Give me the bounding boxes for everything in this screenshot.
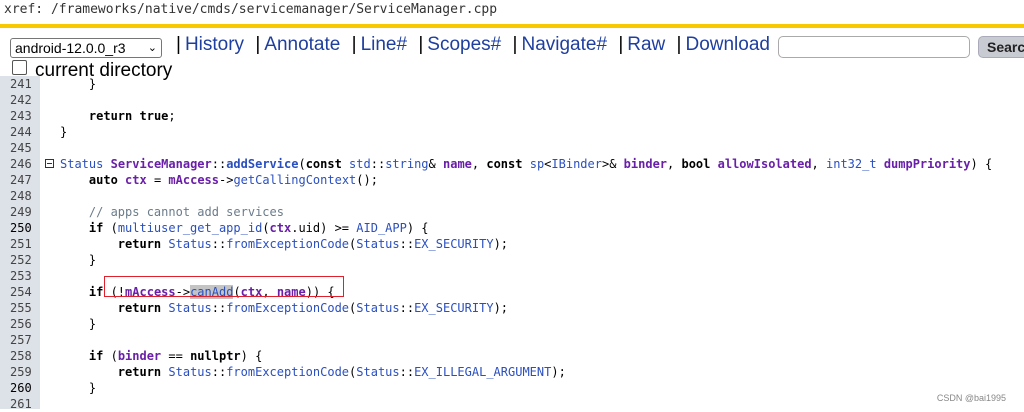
- navbar: android-12.0.0_r3 ⌄ | History | Annotate |…: [0, 30, 1024, 64]
- code-text: // apps cannot add services: [60, 205, 284, 219]
- xref-path: xref: /frameworks/native/cmds/serviceman…: [4, 2, 498, 17]
- code-text: if (binder == nullptr) {: [88, 349, 263, 363]
- navigate-link[interactable]: Navigate#: [521, 34, 607, 55]
- code-line: 243 return true;: [0, 108, 1024, 124]
- code-line: 246 Status ServiceManager::addService(con…: [0, 156, 1024, 172]
- line-number[interactable]: 260: [10, 380, 36, 396]
- annotate-link[interactable]: Annotate: [264, 34, 340, 55]
- raw-link[interactable]: Raw: [627, 34, 665, 55]
- code-line: 245: [0, 140, 1024, 156]
- line-number[interactable]: 251: [10, 236, 36, 252]
- code-line: 247 auto ctx = mAccess->getCallingContex…: [0, 172, 1024, 188]
- scopes-link[interactable]: Scopes#: [427, 34, 501, 55]
- line-number-link[interactable]: Line#: [361, 34, 408, 55]
- line-number[interactable]: 261: [10, 396, 36, 412]
- code-line: 251 return Status::fromExceptionCode(Sta…: [0, 236, 1024, 252]
- code-text: }: [60, 381, 97, 395]
- code-text: }: [60, 125, 68, 139]
- line-number[interactable]: 254: [10, 284, 36, 300]
- version-select[interactable]: android-12.0.0_r3 ⌄: [10, 38, 162, 58]
- code-line: 261: [0, 396, 1024, 412]
- code-line: 256 }: [0, 316, 1024, 332]
- highlight-box: [104, 276, 344, 297]
- code-line: 244}: [0, 124, 1024, 140]
- code-line: 255 return Status::fromExceptionCode(Sta…: [0, 300, 1024, 316]
- code-line: 248: [0, 188, 1024, 204]
- line-number[interactable]: 248: [10, 188, 36, 204]
- line-number[interactable]: 255: [10, 300, 36, 316]
- line-number[interactable]: 249: [10, 204, 36, 220]
- code-line: 259 return Status::fromExceptionCode(Sta…: [0, 364, 1024, 380]
- code-text: if (multiuser_get_app_id(ctx.uid) >= AID…: [88, 221, 429, 235]
- code-text: Status ServiceManager::addService(const …: [60, 157, 993, 171]
- header-divider: [0, 24, 1024, 28]
- search-input[interactable]: [778, 36, 970, 58]
- code-line: 241 }: [0, 76, 1024, 92]
- code-view: 241 } 242 243 return true; 244} 245 246 Status…: [0, 76, 1024, 412]
- code-line: 249 // apps cannot add services: [0, 204, 1024, 220]
- search-button[interactable]: Search: [978, 36, 1024, 58]
- line-number[interactable]: 245: [10, 140, 36, 156]
- watermark: CSDN @bai1995: [936, 393, 1006, 403]
- code-line: 252 }: [0, 252, 1024, 268]
- line-number[interactable]: 246: [10, 156, 36, 172]
- code-text: }: [60, 317, 97, 331]
- code-text: return Status::fromExceptionCode(Status:…: [117, 237, 509, 251]
- code-text: return true;: [88, 109, 176, 123]
- line-number[interactable]: 253: [10, 268, 36, 284]
- nav-links: | History | Annotate | Line# | Scopes# | Navi…: [176, 34, 770, 55]
- line-number[interactable]: 259: [10, 364, 36, 380]
- line-number[interactable]: 258: [10, 348, 36, 364]
- line-number[interactable]: 241: [10, 76, 36, 92]
- code-line: 260 }: [0, 380, 1024, 396]
- line-number[interactable]: 244: [10, 124, 36, 140]
- code-line: 250 if (multiuser_get_app_id(ctx.uid) >=…: [0, 220, 1024, 236]
- line-number[interactable]: 250: [10, 220, 36, 236]
- code-text: return Status::fromExceptionCode(Status:…: [117, 301, 509, 315]
- line-number[interactable]: 257: [10, 332, 36, 348]
- code-line: 257: [0, 332, 1024, 348]
- line-number[interactable]: 252: [10, 252, 36, 268]
- code-line: 242: [0, 92, 1024, 108]
- fold-icon[interactable]: [45, 159, 54, 168]
- line-number[interactable]: 242: [10, 92, 36, 108]
- current-directory-checkbox[interactable]: [12, 60, 27, 75]
- code-text: auto ctx = mAccess->getCallingContext();: [88, 173, 378, 187]
- version-select-value: android-12.0.0_r3: [15, 40, 126, 56]
- line-number[interactable]: 256: [10, 316, 36, 332]
- line-number[interactable]: 243: [10, 108, 36, 124]
- chevron-down-icon: ⌄: [147, 42, 157, 54]
- line-number[interactable]: 247: [10, 172, 36, 188]
- code-text: }: [60, 77, 97, 91]
- code-text: }: [60, 253, 97, 267]
- code-text: return Status::fromExceptionCode(Status:…: [117, 365, 566, 379]
- history-link[interactable]: History: [185, 34, 244, 55]
- code-line: 258 if (binder == nullptr) {: [0, 348, 1024, 364]
- download-link[interactable]: Download: [685, 34, 770, 55]
